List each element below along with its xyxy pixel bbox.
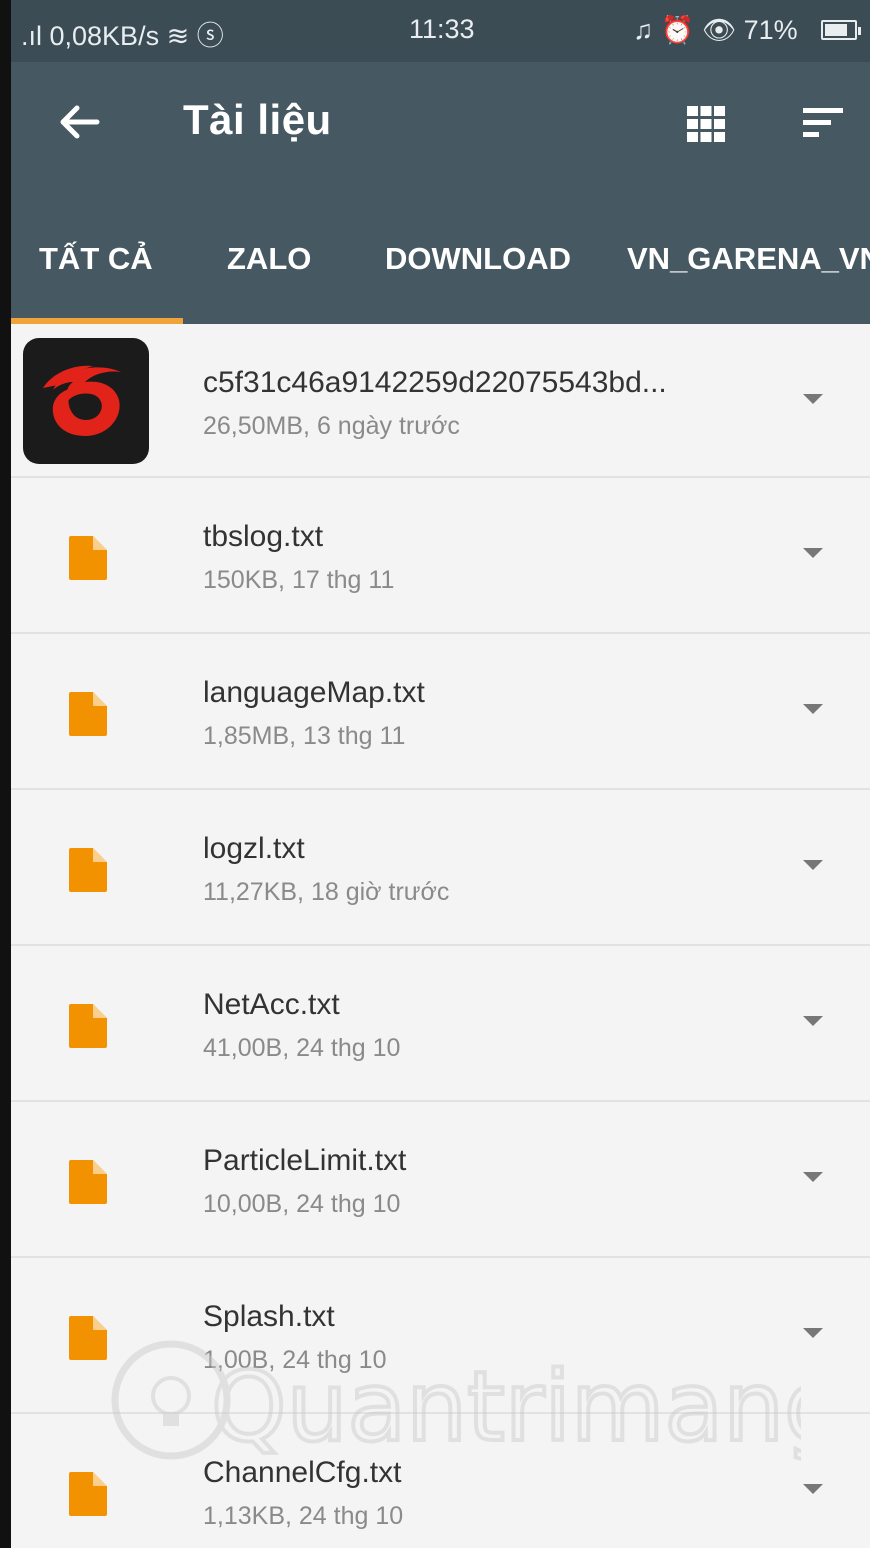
file-name: ParticleLimit.txt <box>203 1144 407 1177</box>
battery-icon <box>821 20 861 40</box>
chevron-down-icon[interactable] <box>801 1480 825 1496</box>
list-item[interactable]: languageMap.txt 1,85MB, 13 thg 11 <box>11 634 870 790</box>
garena-app-icon <box>23 338 149 464</box>
file-meta: 150KB, 17 thg 11 <box>203 566 395 594</box>
chevron-down-icon[interactable] <box>801 1324 825 1340</box>
document-icon <box>69 1160 107 1204</box>
file-name: logzl.txt <box>203 832 305 865</box>
file-name: ChannelCfg.txt <box>203 1456 402 1489</box>
file-meta: 10,00B, 24 thg 10 <box>203 1190 401 1218</box>
list-item[interactable]: ChannelCfg.txt 1,13KB, 24 thg 10 <box>11 1414 870 1548</box>
tab-bar: TẤT CẢ ZALO DOWNLOAD VN_GARENA_VN <box>11 232 870 324</box>
back-arrow-icon[interactable] <box>51 94 107 150</box>
tab-zalo[interactable]: ZALO <box>227 232 347 324</box>
file-name: tbslog.txt <box>203 520 324 553</box>
document-icon <box>69 536 107 580</box>
network-status: .ıl 0,08KB/s ≋ ⓢ <box>21 21 224 51</box>
tab-all[interactable]: TẤT CẢ <box>39 232 183 324</box>
sort-icon[interactable] <box>797 100 849 146</box>
document-icon <box>69 1316 107 1360</box>
app-bar: Tài liệu TẤT CẢ ZALO DOWNLOAD VN_GARENA_… <box>11 62 870 324</box>
file-list: c5f31c46a9142259d22075543bd... 26,50MB, … <box>11 324 870 1548</box>
chevron-down-icon[interactable] <box>801 700 825 716</box>
chevron-down-icon[interactable] <box>801 390 825 406</box>
tab-download[interactable]: DOWNLOAD <box>385 232 595 324</box>
list-item[interactable]: NetAcc.txt 41,00B, 24 thg 10 <box>11 946 870 1102</box>
document-icon <box>69 1472 107 1516</box>
phone-screen: .ıl 0,08KB/s ≋ ⓢ 11:33 ♫ ⏰ 👁 71% Tài liệ… <box>0 0 870 1548</box>
file-name: Splash.txt <box>203 1300 335 1333</box>
chevron-down-icon[interactable] <box>801 1012 825 1028</box>
status-bar: .ıl 0,08KB/s ≋ ⓢ 11:33 ♫ ⏰ 👁 71% <box>11 0 870 62</box>
list-item[interactable]: tbslog.txt 150KB, 17 thg 11 <box>11 478 870 634</box>
list-item[interactable]: c5f31c46a9142259d22075543bd... 26,50MB, … <box>11 324 870 478</box>
file-meta: 1,00B, 24 thg 10 <box>203 1346 387 1374</box>
file-meta: 41,00B, 24 thg 10 <box>203 1034 401 1062</box>
document-icon <box>69 848 107 892</box>
document-icon <box>69 1004 107 1048</box>
file-meta: 11,27KB, 18 giờ trước <box>203 878 450 906</box>
grid-view-icon[interactable] <box>683 100 729 146</box>
chevron-down-icon[interactable] <box>801 1168 825 1184</box>
system-status: ♫ ⏰ 👁 71% <box>633 15 798 45</box>
page-title: Tài liệu <box>183 96 332 143</box>
chevron-down-icon[interactable] <box>801 856 825 872</box>
file-name: NetAcc.txt <box>203 988 340 1021</box>
file-meta: 1,13KB, 24 thg 10 <box>203 1502 404 1530</box>
file-name: languageMap.txt <box>203 676 425 709</box>
file-meta: 1,85MB, 13 thg 11 <box>203 722 406 750</box>
tab-vn-garena[interactable]: VN_GARENA_VN <box>627 232 870 324</box>
list-item[interactable]: logzl.txt 11,27KB, 18 giờ trước <box>11 790 870 946</box>
document-icon <box>69 692 107 736</box>
chevron-down-icon[interactable] <box>801 544 825 560</box>
list-item[interactable]: Splash.txt 1,00B, 24 thg 10 <box>11 1258 870 1414</box>
clock: 11:33 <box>409 14 475 44</box>
file-name: c5f31c46a9142259d22075543bd... <box>203 366 667 399</box>
list-item[interactable]: ParticleLimit.txt 10,00B, 24 thg 10 <box>11 1102 870 1258</box>
file-meta: 26,50MB, 6 ngày trước <box>203 412 460 440</box>
